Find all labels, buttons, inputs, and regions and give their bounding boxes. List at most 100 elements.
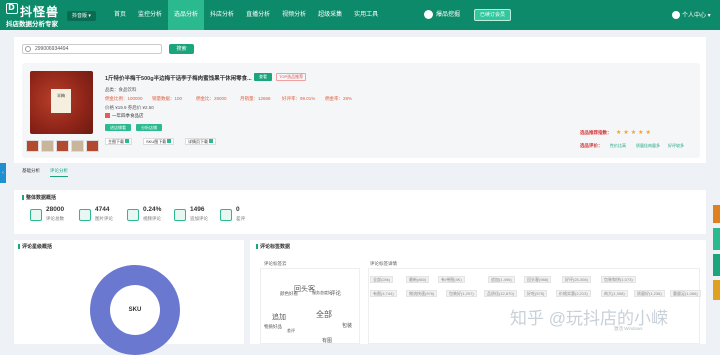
meta-commission: 佣金比例：100000 (105, 96, 143, 101)
cloud-word[interactable]: 全部 (316, 309, 332, 320)
search-button[interactable]: 搜索 (169, 44, 194, 54)
analysis-tabs: 基础分析 评论分析 (22, 168, 68, 177)
tab-comments[interactable]: 评论分析 (50, 168, 68, 177)
comment-tag[interactable]: 包装好(1,297) (446, 290, 477, 297)
comment-tag[interactable]: 好吃(575) (524, 290, 548, 297)
thumbnail[interactable] (41, 140, 54, 152)
append-icon (174, 209, 186, 221)
nav-home[interactable]: 首页 (108, 0, 132, 30)
thumbnail[interactable] (71, 140, 84, 152)
hot-icon (424, 9, 433, 19)
rating-stars: ★★★★★ (616, 130, 653, 136)
meta-praise: 好评率：99.01% (282, 96, 316, 101)
tab-basic[interactable]: 基础分析 (22, 168, 40, 177)
stat-value: 0.24% (143, 206, 162, 213)
search-input[interactable]: 299006934494 (22, 44, 162, 54)
section-marker (22, 195, 24, 201)
vip-button[interactable]: 已续订会员 (474, 9, 512, 21)
thumbnail-list (26, 140, 99, 152)
nav-monitor[interactable]: 监控分析 (132, 0, 168, 30)
nav-hot-products[interactable]: 爆品挖掘 (424, 9, 460, 21)
nav-video-analysis[interactable]: 视频分析 (276, 0, 312, 30)
comment-tag[interactable]: 物流快速(976) (406, 290, 438, 297)
thumbnail[interactable] (86, 140, 99, 152)
side-widget[interactable] (713, 280, 720, 300)
dl-detail-label: 详情页下载 (188, 139, 208, 144)
user-menu[interactable]: 个人中心 ▾ (672, 10, 711, 20)
rec-index-label: 选品推荐指数： (580, 130, 612, 135)
price: 价格 ¥19.9 券后价 ¥2.50 (105, 105, 154, 110)
meta-monthly: 月销量：12668 (240, 96, 271, 101)
comment-tag[interactable]: 有图(4,744) (370, 290, 397, 297)
category: 品类：食品饮料 (105, 87, 137, 92)
comment-tag[interactable]: 追加(1,496) (488, 276, 515, 283)
comment-tag[interactable]: 好评(25,308) (562, 276, 591, 283)
shop-label: 一年四季食品店 (112, 113, 144, 118)
overview-title: 整体数据概括 (22, 194, 56, 201)
platform-select[interactable]: 抖音版 ▾ (67, 11, 96, 21)
donut-chart[interactable]: SKU (90, 265, 180, 355)
rec-eval-label: 选品评价： (580, 143, 603, 148)
comment-tag[interactable]: 全部(28k) (370, 276, 394, 283)
nav-collect[interactable]: 超级采集 (312, 0, 348, 30)
cloud-word[interactable]: 差评 (287, 328, 295, 334)
product-image[interactable]: 半梅 (30, 71, 93, 134)
cloud-word[interactable]: 物质好品 (264, 324, 282, 330)
meta-rate: 佣金比：28000 (196, 96, 227, 101)
comment-tag[interactable]: 有/带图(4K) (438, 276, 465, 283)
analysis-button[interactable]: 分析店铺 (136, 124, 162, 131)
side-collapse-tab[interactable]: ‹ (0, 163, 6, 183)
cloud-word[interactable]: 追加 (272, 312, 286, 322)
thumbnail[interactable] (56, 140, 69, 152)
tags-title: 评论标签数据 (256, 243, 290, 250)
nav-tools[interactable]: 实用工具 (348, 0, 384, 30)
stat-label: 评论总数 (46, 216, 64, 221)
download-main-button[interactable]: 主图下载 (105, 138, 132, 145)
product-title[interactable]: 1斤特价半梅干500g半边梅干话李子梅肉蜜饯果干休闲零食... (105, 74, 253, 82)
comment-tag[interactable]: 最新(860) (406, 276, 430, 283)
comment-tag[interactable]: 品质佳(12,870) (484, 290, 517, 297)
meta-sales: 销量数据：100 (152, 96, 183, 101)
comment-tag[interactable]: 价格实惠(2,213) (556, 290, 591, 297)
top-tag: TOP选品推荐 (276, 73, 307, 81)
view-tag[interactable]: 查看 (254, 73, 272, 81)
nav-live-analysis[interactable]: 直播分析 (240, 0, 276, 30)
platform-label: 抖音版 (72, 13, 88, 19)
download-sku-button[interactable]: SKU图下载 (143, 138, 175, 145)
nav-product-analysis[interactable]: 选品分析 (168, 0, 205, 30)
cloud-word[interactable]: 服务态度好 (312, 290, 332, 296)
section-marker (256, 244, 258, 250)
side-widget[interactable] (713, 254, 720, 276)
stat-label: 差评 (236, 216, 245, 221)
comment-tag[interactable]: 重量足(1,066) (670, 290, 701, 297)
detail-label: 评论标签详情 (370, 261, 397, 266)
overview-card (14, 190, 706, 234)
side-widget[interactable] (713, 228, 720, 250)
comment-tag[interactable]: 回头客(988) (524, 276, 552, 283)
comment-tag[interactable]: 肉大(1,398) (601, 290, 628, 297)
rating-title-text: 评论星级概括 (22, 244, 53, 250)
rec-tag: 质量佳肉量多 (636, 143, 660, 148)
cloud-word[interactable]: 有图 (322, 337, 332, 344)
cloud-word[interactable]: 包装 (342, 322, 352, 329)
search-icon (25, 46, 31, 52)
top-nav: D 抖怪兽 抖店数据分析专家 抖音版 ▾ 首页 监控分析 选品分析 抖店分析 直播… (0, 0, 720, 30)
cloud-word[interactable]: 评论 (330, 289, 341, 297)
cloud-label: 评论标签云 (264, 261, 287, 266)
store-button[interactable]: 进店铺看 (105, 124, 131, 131)
cloud-word[interactable]: 颜色好看 (280, 291, 298, 297)
comment-tag[interactable]: 包装和饼(1,073) (601, 276, 636, 283)
comment-tag[interactable]: 质量好(1,236) (634, 290, 665, 297)
stat-label: 图片评论 (95, 216, 113, 221)
shop-name[interactable]: 一年四季食品店 (105, 113, 144, 119)
download-detail-button[interactable]: 详情页下载 (185, 138, 216, 145)
side-widget[interactable] (713, 205, 720, 223)
thumbnail[interactable] (26, 140, 39, 152)
section-marker (18, 244, 20, 250)
nav-store-analysis[interactable]: 抖店分析 (204, 0, 240, 30)
rating-title: 评论星级概括 (18, 243, 52, 250)
user-label: 个人中心 (682, 13, 707, 19)
hot-label: 爆品挖掘 (436, 12, 461, 18)
video-icon (127, 209, 139, 221)
stat-value: 4744 (95, 206, 110, 213)
